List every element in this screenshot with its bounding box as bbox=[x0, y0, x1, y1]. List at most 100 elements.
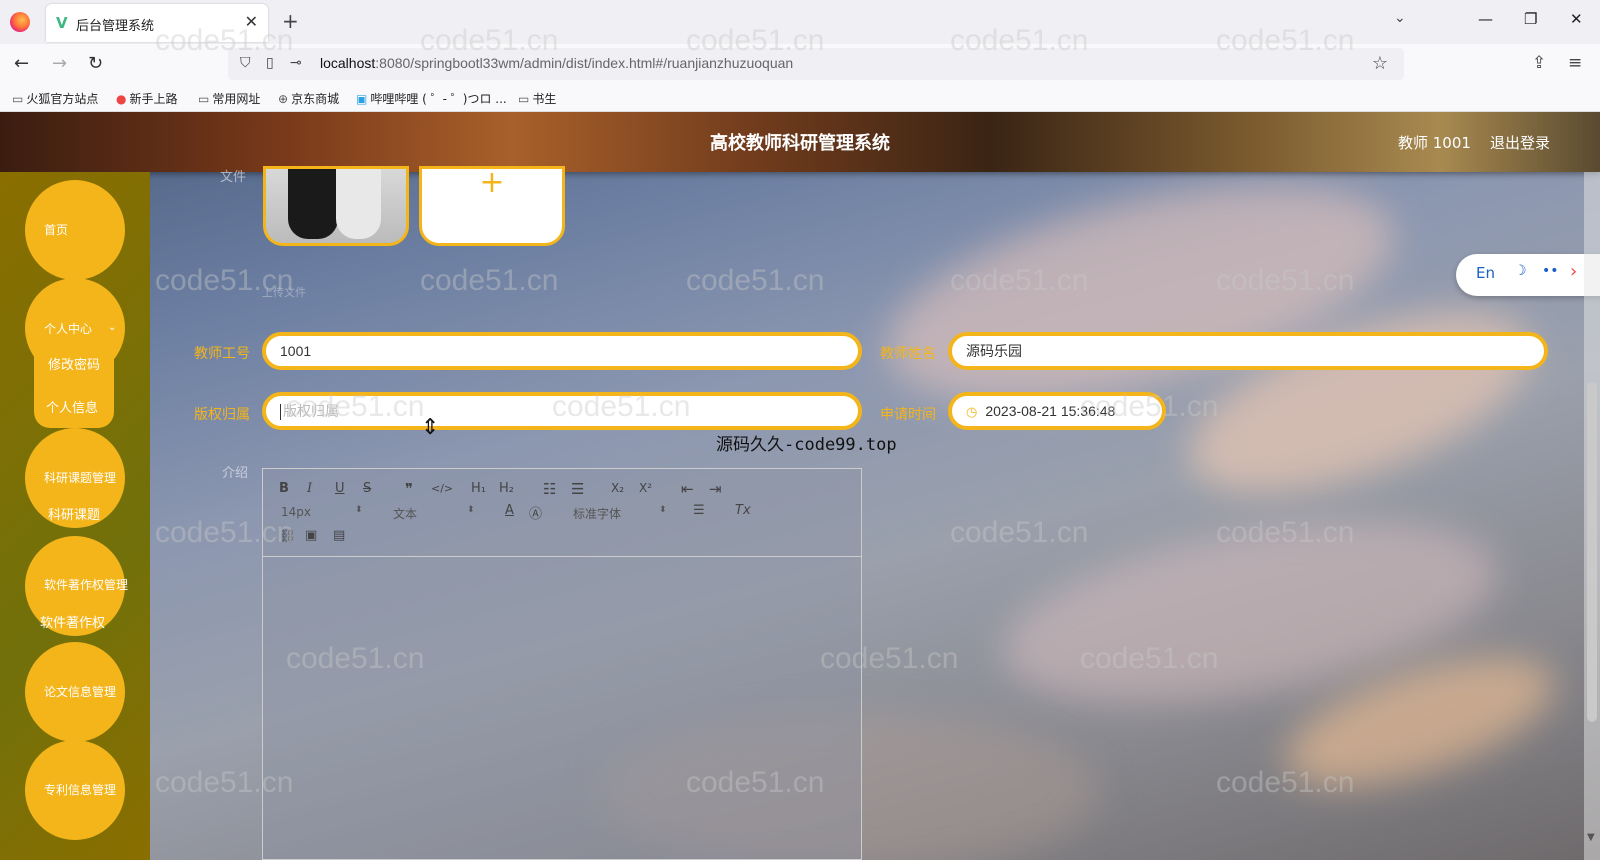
subscript-button[interactable]: X₂ bbox=[611, 481, 624, 495]
vue-favicon-icon: V bbox=[56, 14, 68, 32]
image-content bbox=[336, 169, 381, 239]
bookmark-item[interactable]: ⊕ 京东商城 bbox=[278, 90, 339, 107]
sidebar: 首页 个人中心 ⌄ 修改密码 个人信息 科研课题管理 科研课题 软件著作权管理 … bbox=[0, 172, 150, 860]
watermark: code51.cn bbox=[950, 516, 1089, 549]
extensions-icon[interactable]: ⇪ bbox=[1532, 53, 1546, 73]
copyright-owner-placeholder: 版权归属 bbox=[283, 403, 339, 419]
blockquote-button[interactable]: ❞ bbox=[405, 480, 413, 498]
heading2-button[interactable]: H₂ bbox=[499, 481, 514, 496]
apply-time-label: 申请时间 bbox=[880, 407, 936, 423]
editor-toolbar: B I U S ❞ </> H₁ H₂ ☷ ☰ X₂ X² ⇤ ⇥ 14px ⬍… bbox=[263, 469, 861, 557]
uploaded-image-thumbnail[interactable] bbox=[263, 166, 409, 246]
heading1-button[interactable]: H₁ bbox=[471, 481, 486, 496]
tab-close-icon[interactable]: ✕ bbox=[245, 12, 258, 31]
permissions-icon[interactable]: ⊸ bbox=[290, 55, 302, 71]
lang-theme-switch[interactable]: En ☽ •• › bbox=[1456, 254, 1600, 296]
ordered-list-button[interactable]: ☷ bbox=[543, 480, 556, 498]
outdent-button[interactable]: ⇤ bbox=[681, 480, 694, 498]
underline-button[interactable]: U bbox=[335, 481, 345, 496]
url-text[interactable]: localhost:8080/springbootl33wm/admin/dis… bbox=[320, 55, 793, 71]
collapse-arrow-icon[interactable]: › bbox=[1570, 261, 1577, 282]
folder-icon: ▭ bbox=[12, 92, 24, 106]
sidebar-item-label: 个人中心 bbox=[44, 322, 93, 336]
reload-icon[interactable]: ↻ bbox=[88, 53, 103, 74]
link-icon[interactable]: ⛓ bbox=[279, 529, 296, 544]
minimize-icon[interactable]: — bbox=[1478, 10, 1493, 28]
back-arrow-icon[interactable]: ← bbox=[14, 53, 29, 74]
language-toggle[interactable]: En bbox=[1476, 264, 1495, 282]
image-content bbox=[288, 169, 338, 239]
header-select[interactable]: 文本 bbox=[393, 505, 417, 522]
teacher-id-input[interactable]: 1001 bbox=[262, 332, 862, 370]
folder-icon: ▭ bbox=[198, 92, 210, 106]
current-user: 教师 1001 bbox=[1398, 134, 1471, 152]
bookmark-item[interactable]: ▭ 常用网址 bbox=[198, 90, 260, 107]
restore-icon[interactable]: ❐ bbox=[1524, 10, 1537, 28]
page-scrollbar[interactable]: ▼ bbox=[1584, 172, 1600, 860]
strike-button[interactable]: S bbox=[363, 481, 371, 496]
bullet-list-button[interactable]: ☰ bbox=[571, 480, 584, 498]
forward-arrow-icon[interactable]: → bbox=[52, 53, 67, 74]
clear-format-button[interactable]: Tx bbox=[735, 503, 751, 518]
page-icon: ▯ bbox=[266, 55, 274, 71]
teacher-name-label: 教师姓名 bbox=[880, 346, 936, 362]
font-color-icon[interactable]: A bbox=[505, 503, 514, 518]
tab-title: 后台管理系统 bbox=[76, 19, 155, 34]
submenu-item-profile[interactable]: 个人信息 bbox=[46, 397, 98, 416]
bookmark-star-icon[interactable]: ☆ bbox=[1372, 53, 1388, 74]
moon-icon[interactable]: ☽ bbox=[1514, 263, 1527, 279]
image-icon[interactable]: ▣ bbox=[305, 528, 317, 543]
italic-button[interactable]: I bbox=[307, 481, 312, 496]
apply-time-picker[interactable]: ◷ 2023-08-21 15:36:48 bbox=[948, 392, 1166, 430]
sidebar-item-label: 论文信息管理 bbox=[44, 685, 117, 699]
app-viewport: 高校教师科研管理系统 教师 1001 退出登录 首页 个人中心 ⌄ 修改密码 个… bbox=[0, 112, 1600, 860]
upload-button[interactable]: + bbox=[419, 165, 565, 246]
submenu-item-software-copyright[interactable]: 软件著作权 bbox=[40, 612, 105, 631]
sidebar-item-label: 软件著作权管理 bbox=[44, 578, 129, 592]
font-family-select[interactable]: 标准字体 bbox=[573, 505, 621, 522]
app-header: 高校教师科研管理系统 教师 1001 退出登录 bbox=[0, 112, 1600, 172]
bold-button[interactable]: B bbox=[279, 481, 289, 496]
url-bar[interactable]: ⛉ ▯ ⊸ localhost:8080/springbootl33wm/adm… bbox=[228, 48, 1404, 80]
menu-icon[interactable]: ≡ bbox=[1568, 53, 1582, 73]
bookmark-item[interactable]: ▭ 书生 bbox=[518, 90, 556, 107]
teacher-name-input[interactable]: 源码乐园 bbox=[948, 332, 1548, 370]
submenu-item-change-password[interactable]: 修改密码 bbox=[48, 354, 100, 373]
browser-tab[interactable]: V 后台管理系统 ✕ bbox=[46, 4, 268, 42]
bookmark-item[interactable]: ● 新手上路 bbox=[116, 90, 178, 107]
sidebar-item-label: 专利信息管理 bbox=[44, 783, 117, 797]
select-arrows-icon: ⬍ bbox=[467, 505, 475, 515]
bookmark-item[interactable]: ▭ 火狐官方站点 bbox=[12, 90, 98, 107]
mouse-cursor-icon: ⇕ bbox=[421, 415, 440, 440]
scroll-down-icon[interactable]: ▼ bbox=[1587, 832, 1595, 843]
select-arrows-icon: ⬍ bbox=[659, 505, 667, 515]
superscript-button[interactable]: X² bbox=[639, 481, 652, 495]
background-color-icon[interactable]: Ⓐ bbox=[529, 503, 542, 522]
firefox-icon bbox=[10, 12, 30, 32]
copyright-owner-input[interactable]: 版权归属 bbox=[262, 392, 862, 430]
folder-icon: ▭ bbox=[518, 92, 530, 106]
more-icon[interactable]: •• bbox=[1542, 263, 1559, 279]
bookmarks-bar: ▭ 火狐官方站点 ● 新手上路 ▭ 常用网址 ⊕ 京东商城 ▣ 哔哩哔哩 ( ゜- ゜)つ… bbox=[0, 84, 1600, 112]
apply-time-value: 2023-08-21 15:36:48 bbox=[985, 403, 1116, 419]
sidebar-item-home[interactable] bbox=[25, 180, 125, 280]
logout-button[interactable]: 退出登录 bbox=[1490, 132, 1550, 153]
text-caret bbox=[280, 404, 281, 421]
window-close-icon[interactable]: ✕ bbox=[1570, 10, 1583, 28]
code-block-button[interactable]: </> bbox=[431, 482, 453, 495]
font-size-select[interactable]: 14px bbox=[281, 505, 311, 519]
bookmark-item[interactable]: ▣ 哔哩哔哩 ( ゜- ゜)つロ ... bbox=[356, 90, 507, 107]
indent-button[interactable]: ⇥ bbox=[709, 480, 722, 498]
firefox-bookmark-icon: ● bbox=[116, 92, 127, 106]
align-icon[interactable]: ☰ bbox=[693, 503, 705, 518]
video-icon[interactable]: ▤ bbox=[333, 528, 345, 543]
upload-hint: 上传文件 bbox=[262, 286, 306, 299]
tab-list-chevron-icon[interactable]: ⌄ bbox=[1394, 10, 1406, 26]
submenu-item-research-topic[interactable]: 科研课题 bbox=[48, 504, 100, 523]
browser-nav-bar: ← → ↻ ⛉ ▯ ⊸ localhost:8080/springbootl33… bbox=[0, 44, 1600, 84]
scrollbar-thumb[interactable] bbox=[1587, 382, 1597, 722]
bilibili-icon: ▣ bbox=[356, 92, 368, 106]
select-arrows-icon: ⬍ bbox=[355, 505, 363, 515]
new-tab-button[interactable]: + bbox=[282, 9, 299, 33]
watermark: code51.cn bbox=[420, 264, 559, 297]
